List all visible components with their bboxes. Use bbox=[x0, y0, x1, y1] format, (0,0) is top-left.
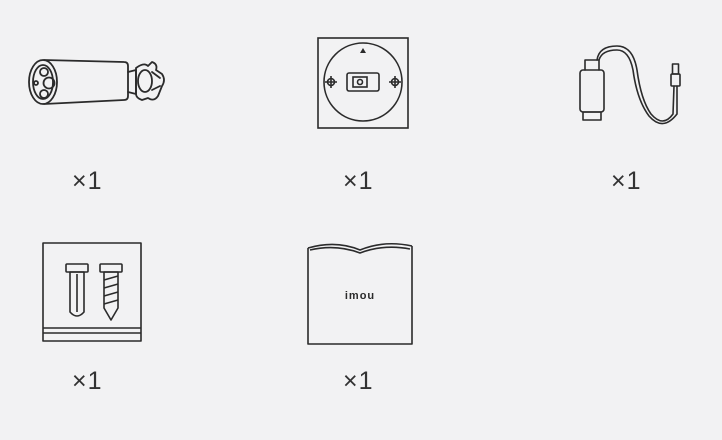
usb-cable-item bbox=[577, 42, 692, 130]
bullet-camera-quantity: ×1 bbox=[72, 167, 103, 195]
package-contents: ×1 ×1 ×1 ×1 imou ×1 bbox=[4, 4, 718, 436]
guide-cover-logo: imou bbox=[344, 290, 376, 302]
usb-cable-quantity: ×1 bbox=[611, 167, 642, 195]
bullet-camera-icon bbox=[28, 59, 165, 105]
usb-cable-icon bbox=[579, 45, 681, 125]
quick-start-guide-quantity: ×1 bbox=[343, 367, 374, 395]
bullet-camera-item bbox=[24, 52, 169, 112]
screw-package-icon bbox=[42, 242, 142, 342]
mounting-template-icon bbox=[317, 37, 409, 129]
mounting-template-item bbox=[317, 37, 411, 131]
screw-package-quantity: ×1 bbox=[72, 367, 103, 395]
mounting-template-quantity: ×1 bbox=[343, 167, 374, 195]
screw-package-item bbox=[42, 242, 144, 344]
quick-start-guide-item: imou bbox=[306, 236, 418, 348]
